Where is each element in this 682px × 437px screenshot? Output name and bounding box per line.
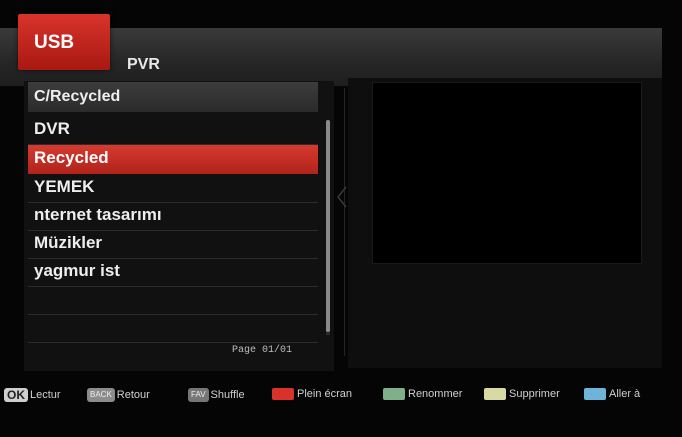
list-item-empty [28, 286, 318, 315]
hint-green-label: Renommer [408, 388, 463, 401]
hint-yellow-label: Supprimer [509, 388, 560, 401]
list-item-label: nternet tasarımı [34, 205, 162, 224]
hint-back-label: Retour [116, 389, 150, 401]
scrollbar-thumb[interactable] [326, 120, 330, 332]
hint-green[interactable]: Renommer [383, 388, 462, 404]
red-key-icon [272, 388, 294, 401]
list-item-yagmur-ist[interactable]: yagmur ist [28, 258, 318, 287]
fav-key-icon: FAV [188, 388, 209, 402]
list-item-empty [28, 314, 318, 343]
list-item-label: Recycled [34, 148, 109, 167]
hint-red[interactable]: Plein écran [272, 388, 352, 404]
pvr-screen: USB PVR C/Recycled DVR Recycled YEMEK nt… [0, 0, 682, 437]
chevron-left-icon [337, 186, 347, 208]
yellow-key-icon [484, 388, 506, 401]
blue-key-icon [584, 388, 606, 401]
list-item-dvr[interactable]: DVR [28, 116, 318, 145]
list-item-label: yagmur ist [34, 261, 120, 280]
hint-red-label: Plein écran [297, 388, 353, 401]
hint-blue[interactable]: Aller à [584, 388, 640, 404]
back-key-icon: BACK [87, 388, 115, 402]
tab-usb-label: USB [34, 32, 75, 53]
list-item-yemek[interactable]: YEMEK [28, 174, 318, 203]
hint-ok-label: Lectur [30, 389, 61, 401]
list-item-label: YEMEK [34, 177, 95, 196]
list-item-recycled[interactable]: Recycled [28, 145, 318, 174]
tab-pvr[interactable]: PVR [127, 56, 160, 74]
list-item-internet-tasarimi[interactable]: nternet tasarımı [28, 202, 318, 231]
tab-usb[interactable]: USB [18, 14, 110, 70]
panel-divider [344, 88, 345, 356]
preview-window [372, 82, 642, 264]
hint-fav-label: Shuffle [210, 389, 245, 401]
page-indicator: Page 01/01 [232, 345, 293, 356]
hint-yellow[interactable]: Supprimer [484, 388, 560, 404]
hint-blue-label: Aller à [609, 388, 641, 401]
key-hint-bar: OK Lectur BACK Retour FAV Shuffle Plein écr… [0, 384, 682, 408]
hint-ok[interactable]: OK Lectur [4, 388, 61, 404]
current-path: C/Recycled [28, 82, 318, 112]
hint-back[interactable]: BACK Retour [87, 388, 150, 404]
current-path-label: C/Recycled [34, 88, 121, 105]
list-item-label: Müzikler [34, 233, 103, 252]
list-item-muzikler[interactable]: Müzikler [28, 230, 318, 259]
hint-fav[interactable]: FAV Shuffle [188, 388, 245, 404]
green-key-icon [383, 388, 405, 401]
ok-key-icon: OK [4, 388, 28, 402]
list-item-label: DVR [34, 119, 70, 138]
